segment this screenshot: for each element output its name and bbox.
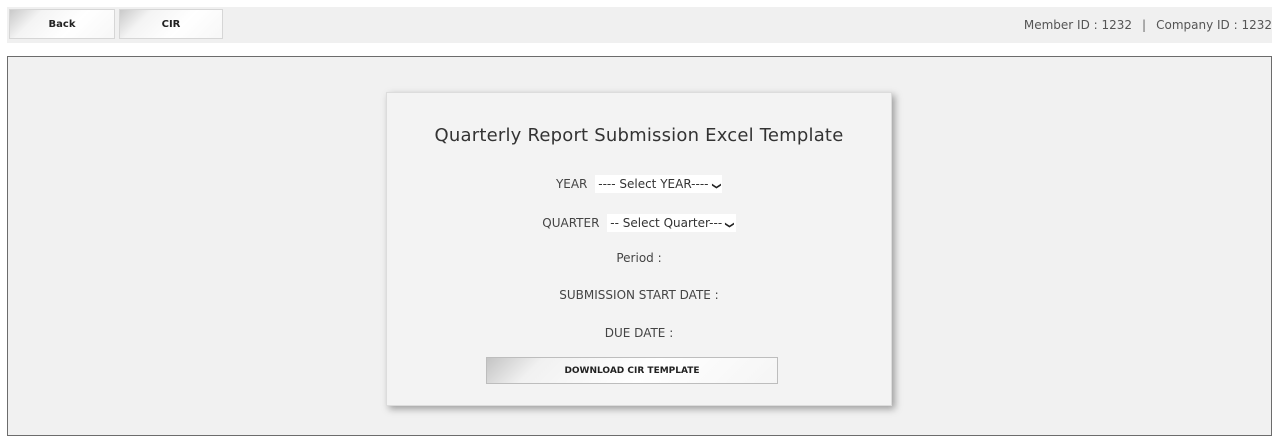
year-label: YEAR: [555, 176, 588, 191]
company-id: Company ID : 1232: [1156, 18, 1272, 32]
quarter-select[interactable]: -- Select Quarter--- ❯: [607, 214, 736, 232]
chevron-down-icon: ❯: [710, 182, 721, 190]
main-panel: Quarterly Report Submission Excel Templa…: [7, 56, 1272, 436]
year-row: YEAR ---- Select YEAR---- ❯: [387, 175, 891, 193]
ids-separator: |: [1142, 18, 1147, 32]
top-toolbar: Back CIR Member ID : 1232 | Company ID : 1…: [7, 7, 1272, 43]
page-title: Quarterly Report Submission Excel Templa…: [434, 125, 844, 146]
due-date-label: DUE DATE :: [604, 326, 674, 340]
user-ids: Member ID : 1232 | Company ID : 1232: [1024, 7, 1272, 43]
quarter-label: QUARTER: [542, 215, 600, 230]
cir-button[interactable]: CIR: [119, 9, 223, 39]
quarter-row: QUARTER -- Select Quarter--- ❯: [387, 214, 891, 232]
download-cir-template-button[interactable]: DOWNLOAD CIR TEMPLATE: [486, 357, 778, 384]
chevron-down-icon: ❯: [723, 221, 734, 229]
back-button[interactable]: Back: [9, 9, 115, 39]
template-card: Quarterly Report Submission Excel Templa…: [386, 92, 892, 406]
year-select-value: ---- Select YEAR----: [598, 177, 709, 191]
quarter-select-value: -- Select Quarter---: [610, 216, 723, 230]
submission-start-date-label: SUBMISSION START DATE :: [559, 288, 719, 302]
year-select[interactable]: ---- Select YEAR---- ❯: [595, 175, 723, 193]
period-label: Period :: [616, 251, 662, 265]
member-id: Member ID : 1232: [1023, 18, 1133, 32]
